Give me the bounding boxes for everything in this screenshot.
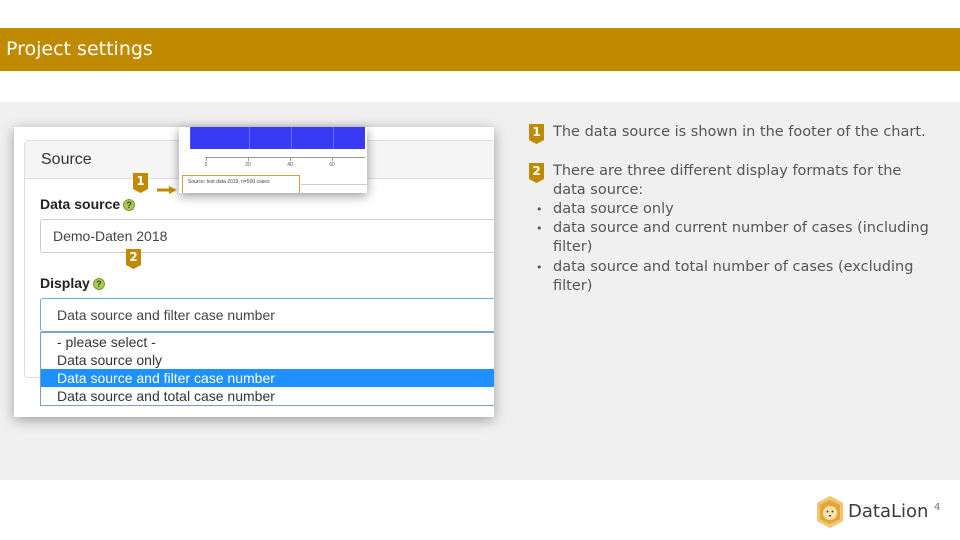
data-source-input[interactable]: Demo-Daten 2018 xyxy=(40,219,494,253)
display-dropdown: - please select - Data source only Data … xyxy=(40,332,494,406)
bullet-icon: • xyxy=(536,261,543,274)
inset-footer-rule xyxy=(301,184,367,185)
inset-bar-left-edge xyxy=(179,127,191,149)
note-1: The data source is shown in the footer o… xyxy=(553,124,926,140)
bullet-2-line-2: filter) xyxy=(553,239,593,255)
brand-name: DataLion xyxy=(848,501,929,522)
note-marker-1: 1 xyxy=(529,124,544,144)
page-number: 4 xyxy=(934,502,941,513)
inset-tick xyxy=(290,157,291,161)
inset-tick-label: 60 xyxy=(329,162,335,168)
display-label-text: Display xyxy=(40,275,90,291)
inset-tick xyxy=(332,157,333,161)
help-icon[interactable]: ? xyxy=(123,199,136,212)
data-source-label-text: Data source xyxy=(40,196,121,212)
marker-2: 2 xyxy=(126,249,141,269)
inset-x-axis xyxy=(205,157,365,158)
bullet-icon: • xyxy=(536,222,543,235)
arrow-right-icon xyxy=(157,186,177,194)
lion-logo-icon xyxy=(817,496,843,528)
inset-gridline xyxy=(333,127,334,149)
inset-source-footer: Source: test data 2019, n=500 cases xyxy=(182,175,300,193)
inset-tick-label: 20 xyxy=(245,162,251,168)
inset-tick-label: 40 xyxy=(287,162,293,168)
dropdown-option[interactable]: Data source and total case number xyxy=(41,387,494,405)
dropdown-option[interactable]: Data source only xyxy=(41,351,494,369)
note-marker-2: 2 xyxy=(529,163,544,183)
display-label: Display? xyxy=(40,275,105,291)
chart-footer-inset: 0 20 40 60 Source: test data 2019, n=500… xyxy=(179,127,367,193)
bullet-2-line-1: data source and current number of cases … xyxy=(553,220,929,236)
bullet-1: data source only xyxy=(553,201,674,217)
help-icon[interactable]: ? xyxy=(92,278,105,291)
inset-chart-bar xyxy=(179,127,365,149)
inset-tick-label: 0 xyxy=(204,162,208,168)
bullet-icon: • xyxy=(536,203,543,216)
note-2-line-1: There are three different display format… xyxy=(553,163,902,179)
slide-title: Project settings xyxy=(0,28,960,71)
bullet-3-line-1: data source and total number of cases (e… xyxy=(553,259,914,275)
inset-tick xyxy=(206,157,207,161)
inset-gridline xyxy=(249,127,250,149)
inset-gridline xyxy=(291,127,292,149)
dropdown-option[interactable]: - please select - xyxy=(41,333,494,351)
display-select[interactable]: Data source and filter case number xyxy=(40,298,494,332)
marker-1: 1 xyxy=(133,173,148,193)
data-source-label: Data source? xyxy=(40,196,136,212)
dropdown-option-selected[interactable]: Data source and filter case number xyxy=(41,369,494,387)
inset-tick xyxy=(248,157,249,161)
note-2-line-2: data source: xyxy=(553,182,644,198)
bullet-3-line-2: filter) xyxy=(553,278,593,294)
